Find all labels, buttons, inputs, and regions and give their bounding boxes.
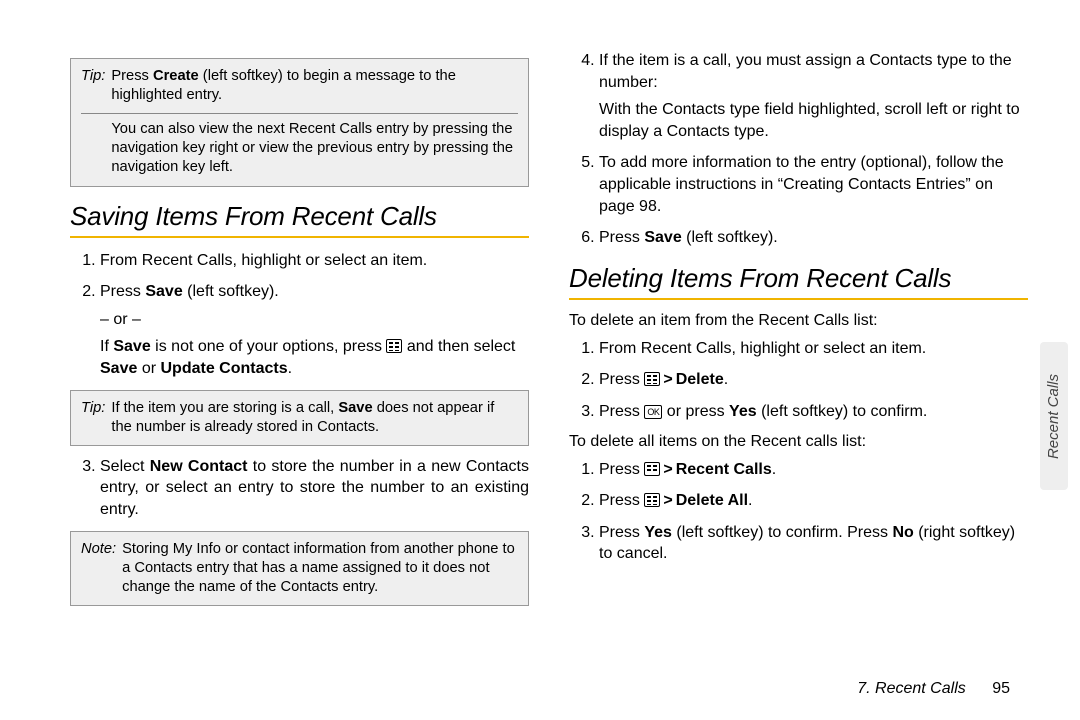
step-6: Press Save (left softkey). [599,227,1028,249]
d-step-3: Press OK or press Yes (left softkey) to … [599,401,1028,423]
side-tab: Recent Calls [1040,342,1068,490]
tip-label: Tip: [81,399,105,437]
menu-icon [644,462,660,476]
tip-text-2: You can also view the next Recent Calls … [111,120,518,177]
d-step-2: Press >Delete. [599,369,1028,391]
e-step-2: Press >Delete All. [599,490,1028,512]
e-step-3: Press Yes (left softkey) to confirm. Pre… [599,522,1028,565]
step-2: Press Save (left softkey). – or – If Sav… [100,281,529,379]
step-4: If the item is a call, you must assign a… [599,50,1028,142]
menu-icon [644,372,660,386]
note-text: Storing My Info or contact information f… [122,540,518,597]
page-number: 95 [992,680,1010,697]
saving-steps-cont: Select New Contact to store the number i… [70,456,529,521]
right-column: If the item is a call, you must assign a… [569,50,1028,670]
step-1: From Recent Calls, highlight or select a… [100,250,529,272]
tip-text: Press Create (left softkey) to begin a m… [111,67,518,105]
delete-item-steps: From Recent Calls, highlight or select a… [569,338,1028,423]
footer-section: 7. Recent Calls [857,680,966,697]
ok-icon: OK [644,405,662,419]
tip-box-2: Tip: If the item you are storing is a ca… [70,390,529,446]
menu-icon [644,493,660,507]
tip-divider [81,113,518,114]
step-2-or: – or – [100,309,529,331]
left-column: Tip: Press Create (left softkey) to begi… [70,50,529,670]
e-step-1: Press >Recent Calls. [599,459,1028,481]
tip-text: If the item you are storing is a call, S… [111,399,518,437]
d-step-1: From Recent Calls, highlight or select a… [599,338,1028,360]
step-2-if: If Save is not one of your options, pres… [100,336,529,379]
tip-box-1: Tip: Press Create (left softkey) to begi… [70,58,529,187]
heading-saving: Saving Items From Recent Calls [70,201,529,232]
delete-all-steps: Press >Recent Calls. Press >Delete All. … [569,459,1028,565]
step-3: Select New Contact to store the number i… [100,456,529,521]
side-tab-label: Recent Calls [1046,373,1063,458]
page-columns: Tip: Press Create (left softkey) to begi… [0,0,1080,690]
tip-label: Tip: [81,67,105,105]
saving-steps: From Recent Calls, highlight or select a… [70,250,529,380]
menu-icon [386,339,402,353]
note-box: Note: Storing My Info or contact informa… [70,531,529,606]
lead-delete-all: To delete all items on the Recent calls … [569,433,1028,451]
page-footer: 7. Recent Calls 95 [857,680,1010,698]
lead-delete-item: To delete an item from the Recent Calls … [569,312,1028,330]
step-5: To add more information to the entry (op… [599,152,1028,217]
heading-deleting: Deleting Items From Recent Calls [569,263,1028,294]
heading-rule [569,298,1028,300]
heading-rule [70,236,529,238]
saving-steps-right: If the item is a call, you must assign a… [569,50,1028,249]
note-label: Note: [81,540,116,597]
